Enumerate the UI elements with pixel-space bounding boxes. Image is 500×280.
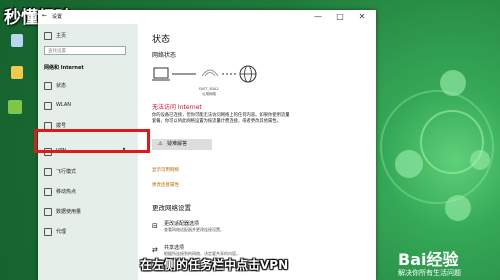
sidebar-item-airplane[interactable]: 飞行模式 (38, 164, 138, 180)
page-title: 状态 (152, 35, 171, 45)
baidu-logo-text: Bai经验 (398, 250, 459, 269)
change-properties-link[interactable]: 更改连接属性 (152, 182, 179, 188)
wifi-icon (44, 102, 52, 110)
available-networks-link[interactable]: 显示可用网络 (152, 167, 179, 173)
window-title: 设置 (52, 14, 63, 20)
sharing-title: 共享选项 (164, 245, 185, 251)
sidebar-item-label: 代理 (56, 229, 67, 235)
network-type: 公用网络 (202, 92, 216, 96)
sidebar-item-label: 主页 (56, 33, 67, 39)
network-name: FAST_5DA2 (199, 87, 219, 91)
airplane-icon (44, 168, 52, 176)
sidebar-item-label: 飞行模式 (56, 169, 77, 175)
close-button[interactable]: ✕ (352, 12, 372, 22)
adapter-description: 查看网络适配器并更改连接设置。 (164, 227, 224, 232)
sidebar-item-status[interactable]: 状态 (38, 78, 138, 94)
decor-ring (380, 90, 494, 204)
baidu-tagline: 解决你所有生活问题 (398, 269, 461, 277)
no-internet-status: 无法访问 Internet (152, 104, 202, 111)
sidebar-item-label: 数据使用量 (56, 209, 82, 215)
maximize-button[interactable]: □ (330, 12, 350, 22)
sidebar-item-label: 状态 (56, 83, 67, 89)
gear-icon (8, 100, 22, 114)
home-icon (44, 82, 52, 90)
hotspot-icon (44, 188, 52, 196)
sidebar-item-data-usage[interactable]: 数据使用量 (38, 204, 138, 220)
vpn-highlight-box (34, 129, 150, 153)
section-heading: 网络和 Internet (44, 65, 84, 71)
title-bar[interactable]: ← 设置 — □ ✕ (38, 10, 376, 24)
desktop-icon-folder[interactable] (6, 66, 28, 80)
adapter-options-item[interactable]: ⊟ 更改适配器选项 查看网络适配器并更改连接设置。 (152, 220, 352, 240)
search-input[interactable]: 查找设置 (44, 46, 126, 55)
sharing-icon: ⇄ (152, 246, 158, 254)
adapter-icon: ⊟ (152, 222, 158, 230)
sidebar-item-home[interactable]: 主页 (38, 28, 138, 44)
sidebar-item-label: 拨号 (56, 123, 67, 129)
computer-icon (153, 67, 169, 79)
minimize-button[interactable]: — (308, 12, 328, 22)
instruction-subtitle: 在左侧的任务栏中点击VPN (140, 258, 289, 272)
data-usage-icon (44, 208, 52, 216)
sidebar-item-hotspot[interactable]: 移动热点 (38, 184, 138, 200)
network-status-heading: 网络状态 (152, 52, 177, 59)
main-content: 状态 网络状态 FAST_5DA2 公用网络 无法访问 Internet 你的设… (138, 24, 376, 280)
warning-icon: ⚠ (158, 141, 163, 147)
troubleshoot-label: 疑难解答 (167, 141, 188, 147)
desktop-icon-recycle-bin[interactable] (6, 34, 28, 48)
desktop-icon-settings[interactable] (4, 100, 26, 115)
baidu-jingyan-logo: Bai经验 解决你所有生活问题 (398, 246, 461, 278)
sidebar-item-label: 移动热点 (56, 189, 77, 195)
home-icon (44, 32, 52, 40)
status-description: 你的设备已连接，但你可能无法访问网络上的任何内容。如果你使用流量套餐，你可以将此… (152, 113, 290, 124)
wifi-icon-inner (204, 72, 216, 77)
back-button[interactable]: ← (42, 12, 47, 19)
change-settings-heading: 更改网络设置 (152, 204, 191, 212)
sidebar-item-wlan[interactable]: WLAN (38, 98, 138, 114)
adapter-title: 更改适配器选项 (164, 221, 200, 227)
sidebar-item-proxy[interactable]: 代理 (38, 224, 138, 240)
troubleshoot-button[interactable]: ⚠ 疑难解答 (152, 139, 212, 150)
recycle-bin-icon (11, 34, 23, 47)
proxy-icon (44, 228, 52, 236)
sidebar-item-label: WLAN (56, 102, 72, 108)
folder-icon (11, 66, 23, 79)
